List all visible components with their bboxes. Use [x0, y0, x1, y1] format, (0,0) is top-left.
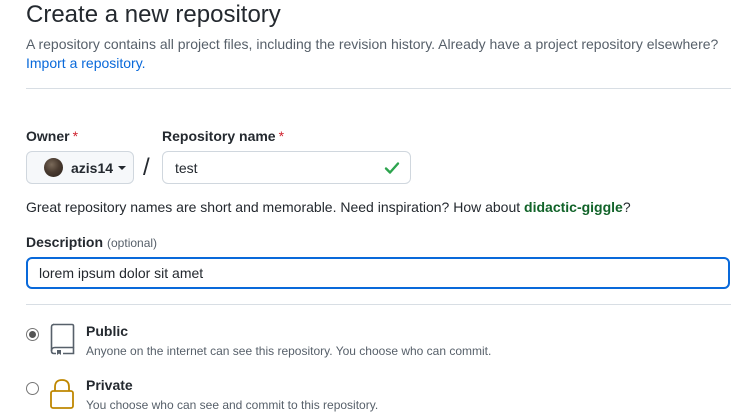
- description-label-text: Description: [26, 234, 104, 250]
- owner-select-button[interactable]: azis14: [26, 151, 134, 184]
- hint-suffix: ?: [622, 199, 631, 215]
- owner-name: azis14: [71, 159, 114, 176]
- description-input[interactable]: [26, 257, 730, 289]
- repository-name-label: Repository name *: [162, 127, 284, 145]
- avatar: [44, 158, 63, 177]
- hint-text: Great repository names are short and mem…: [26, 199, 525, 215]
- import-repository-link[interactable]: Import a repository.: [26, 53, 146, 73]
- description-label: Description (optional): [26, 233, 157, 252]
- page-title: Create a new repository: [26, 1, 281, 28]
- required-mark: *: [72, 128, 79, 144]
- lock-icon: [50, 379, 74, 409]
- divider: [26, 88, 731, 89]
- repository-name-label-text: Repository name: [162, 128, 276, 144]
- private-radio[interactable]: [26, 382, 39, 395]
- repository-name-hint: Great repository names are short and mem…: [26, 197, 631, 217]
- owner-repo-separator: /: [143, 154, 150, 181]
- private-option-description: You choose who can see and commit to thi…: [86, 398, 379, 412]
- public-option-description: Anyone on the internet can see this repo…: [86, 344, 492, 358]
- repository-name-input[interactable]: [175, 152, 375, 183]
- caret-down-icon: [118, 165, 127, 170]
- private-option-title: Private: [86, 377, 133, 393]
- public-option-title: Public: [86, 323, 129, 339]
- divider: [26, 304, 731, 305]
- owner-label: Owner *: [26, 127, 78, 145]
- check-icon: [384, 162, 400, 174]
- public-radio[interactable]: [26, 328, 39, 341]
- page-subtitle: A repository contains all project files,…: [26, 36, 719, 52]
- repo-icon: [50, 323, 75, 355]
- required-mark: *: [278, 128, 285, 144]
- owner-label-text: Owner: [26, 128, 70, 144]
- optional-note: (optional): [107, 236, 158, 250]
- repository-name-field: [162, 151, 411, 184]
- create-repository-page: Create a new repository A repository con…: [0, 0, 749, 418]
- name-suggestion-link[interactable]: didactic-giggle: [524, 199, 623, 215]
